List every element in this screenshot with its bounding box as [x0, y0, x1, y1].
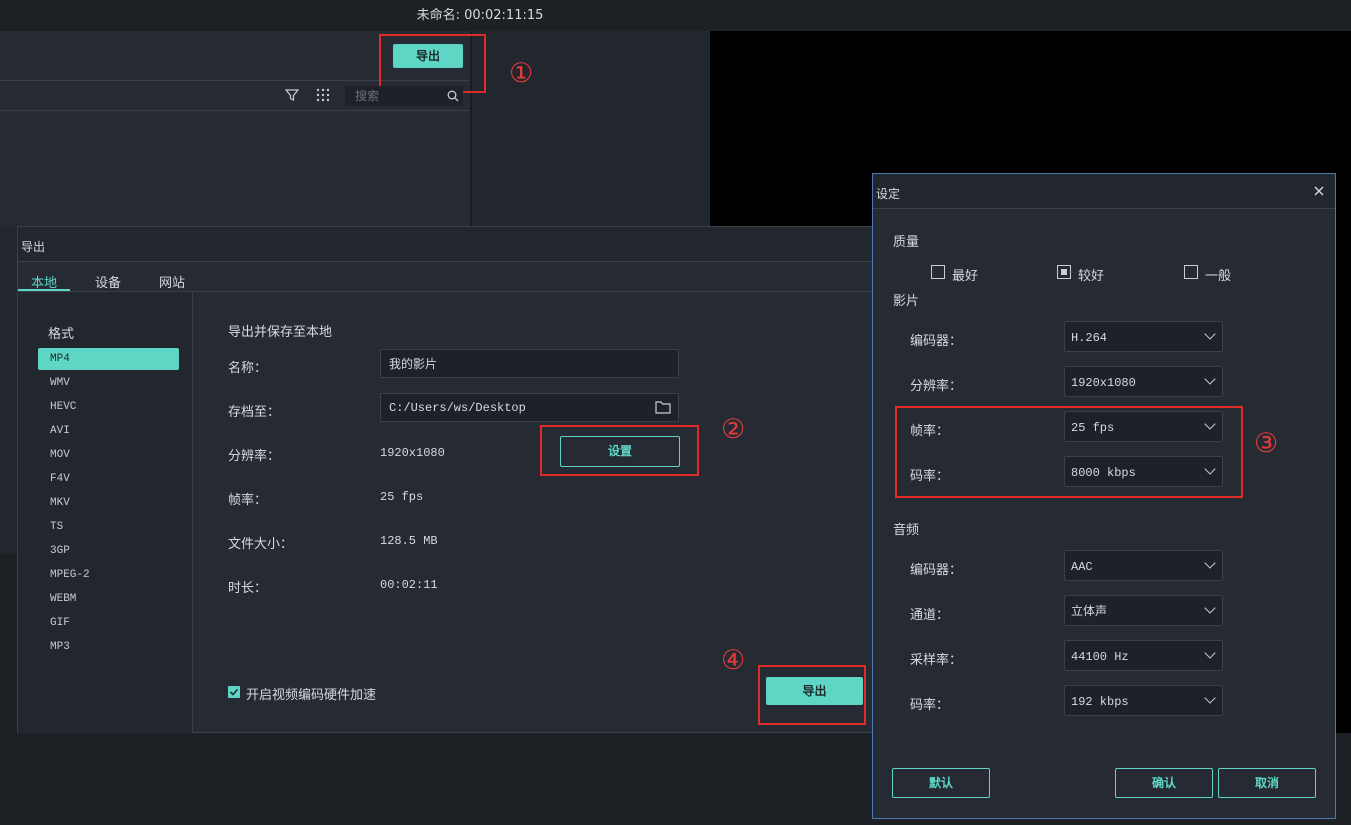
format-item-mp4[interactable]: MP4 — [38, 348, 179, 370]
video-encoder-label: 编码器： — [910, 334, 963, 349]
format-item-mpeg2[interactable]: MPEG-2 — [38, 564, 179, 586]
format-item-hevc[interactable]: HEVC — [38, 396, 179, 418]
format-item-webm[interactable]: WEBM — [38, 588, 179, 610]
chevron-down-icon — [1204, 602, 1216, 614]
format-item-mp3[interactable]: MP3 — [38, 636, 179, 658]
tab-device[interactable]: 设备 — [95, 272, 121, 291]
audio-sample-select[interactable]: 44100 Hz — [1064, 640, 1223, 671]
annotation-3: ③ — [1254, 428, 1279, 459]
select-value: AAC — [1071, 560, 1093, 574]
format-header: 格式 — [48, 327, 75, 342]
chevron-down-icon — [1204, 328, 1216, 340]
format-item-mov[interactable]: MOV — [38, 444, 179, 466]
format-item-gif[interactable]: GIF — [38, 612, 179, 634]
dialog-title: 导出 — [21, 240, 46, 254]
video-encoder-select[interactable]: H.264 — [1064, 321, 1223, 352]
annotation-4: ④ — [721, 645, 746, 676]
annotation-box-2 — [540, 425, 699, 476]
quality-good-label: 较好 — [1078, 269, 1105, 284]
export-dialog: 导出 本地 设备 网站 格式 MP4 WMV HEVC AVI MOV F4V … — [17, 226, 875, 733]
filesize-value: 128.5 MB — [380, 534, 438, 548]
duration-label: 时长： — [228, 581, 268, 596]
video-section-label: 影片 — [893, 294, 920, 309]
cancel-button[interactable]: 取消 — [1218, 768, 1316, 798]
active-tab-indicator — [18, 289, 70, 291]
annotation-2: ② — [721, 414, 746, 445]
fps-value: 25 fps — [380, 490, 424, 504]
default-button[interactable]: 默认 — [892, 768, 990, 798]
name-label: 名称： — [228, 361, 268, 376]
divider — [0, 110, 470, 111]
close-icon[interactable] — [1314, 185, 1324, 200]
audio-sample-label: 采样率： — [910, 653, 963, 668]
grid-icon[interactable] — [316, 88, 330, 106]
dialog-header: 导出 — [18, 227, 874, 262]
section-title: 导出并保存至本地 — [228, 325, 333, 340]
dialog-header: 设定 — [873, 174, 1335, 209]
dialog-title: 设定 — [876, 187, 901, 201]
quality-best-label: 最好 — [952, 269, 979, 284]
timeline-strip — [0, 553, 17, 733]
hw-accel-label: 开启视频编码硬件加速 — [246, 688, 377, 703]
annotation-box-4 — [758, 665, 866, 725]
video-resolution-select[interactable]: 1920x1080 — [1064, 366, 1223, 397]
search-input[interactable]: 搜索 — [345, 86, 463, 106]
audio-bitrate-label: 码率： — [910, 698, 950, 713]
filesize-label: 文件大小： — [228, 537, 294, 552]
audio-encoder-select[interactable]: AAC — [1064, 550, 1223, 581]
quality-normal-label: 一般 — [1205, 269, 1232, 284]
format-item-avi[interactable]: AVI — [38, 420, 179, 442]
select-value: 192 kbps — [1071, 695, 1129, 709]
format-panel: 格式 MP4 WMV HEVC AVI MOV F4V MKV TS 3GP M… — [18, 292, 193, 733]
select-value: 1920x1080 — [1071, 376, 1136, 390]
format-item-mkv[interactable]: MKV — [38, 492, 179, 514]
format-item-f4v[interactable]: F4V — [38, 468, 179, 490]
annotation-box-3 — [895, 406, 1243, 498]
audio-section-label: 音频 — [893, 523, 920, 538]
select-value: H.264 — [1071, 331, 1108, 345]
audio-bitrate-select[interactable]: 192 kbps — [1064, 685, 1223, 716]
audio-channel-label: 通道： — [910, 608, 950, 623]
filter-icon[interactable] — [284, 88, 300, 106]
quality-label: 质量 — [893, 235, 920, 250]
tab-website[interactable]: 网站 — [159, 272, 185, 291]
chevron-down-icon — [1204, 373, 1216, 385]
folder-icon[interactable] — [655, 400, 671, 418]
audio-encoder-label: 编码器： — [910, 563, 963, 578]
project-title: 未命名: 00:02:11:15 — [416, 8, 544, 23]
resolution-value: 1920x1080 — [380, 446, 445, 460]
duration-value: 00:02:11 — [380, 578, 438, 592]
select-value: 立体声 — [1071, 604, 1108, 618]
fps-label: 帧率： — [228, 493, 268, 508]
format-item-wmv[interactable]: WMV — [38, 372, 179, 394]
chevron-down-icon — [1204, 647, 1216, 659]
annotation-1: ① — [509, 58, 534, 89]
video-resolution-label: 分辨率： — [910, 379, 963, 394]
audio-channel-select[interactable]: 立体声 — [1064, 595, 1223, 626]
save-path-field[interactable]: C:/Users/ws/Desktop — [380, 393, 679, 422]
resolution-label: 分辨率： — [228, 449, 281, 464]
save-label: 存档至： — [228, 405, 281, 420]
chevron-down-icon — [1204, 557, 1216, 569]
search-icon[interactable] — [447, 90, 459, 106]
format-item-3gp[interactable]: 3GP — [38, 540, 179, 562]
annotation-box-1 — [379, 34, 486, 93]
select-value: 44100 Hz — [1071, 650, 1129, 664]
quality-normal-checkbox[interactable] — [1184, 265, 1198, 279]
format-item-ts[interactable]: TS — [38, 516, 179, 538]
ok-button[interactable]: 确认 — [1115, 768, 1213, 798]
chevron-down-icon — [1204, 692, 1216, 704]
hw-accel-checkbox[interactable] — [228, 686, 240, 698]
quality-best-checkbox[interactable] — [931, 265, 945, 279]
quality-good-checkbox[interactable] — [1057, 265, 1071, 279]
name-field[interactable]: 我的影片 — [380, 349, 679, 378]
